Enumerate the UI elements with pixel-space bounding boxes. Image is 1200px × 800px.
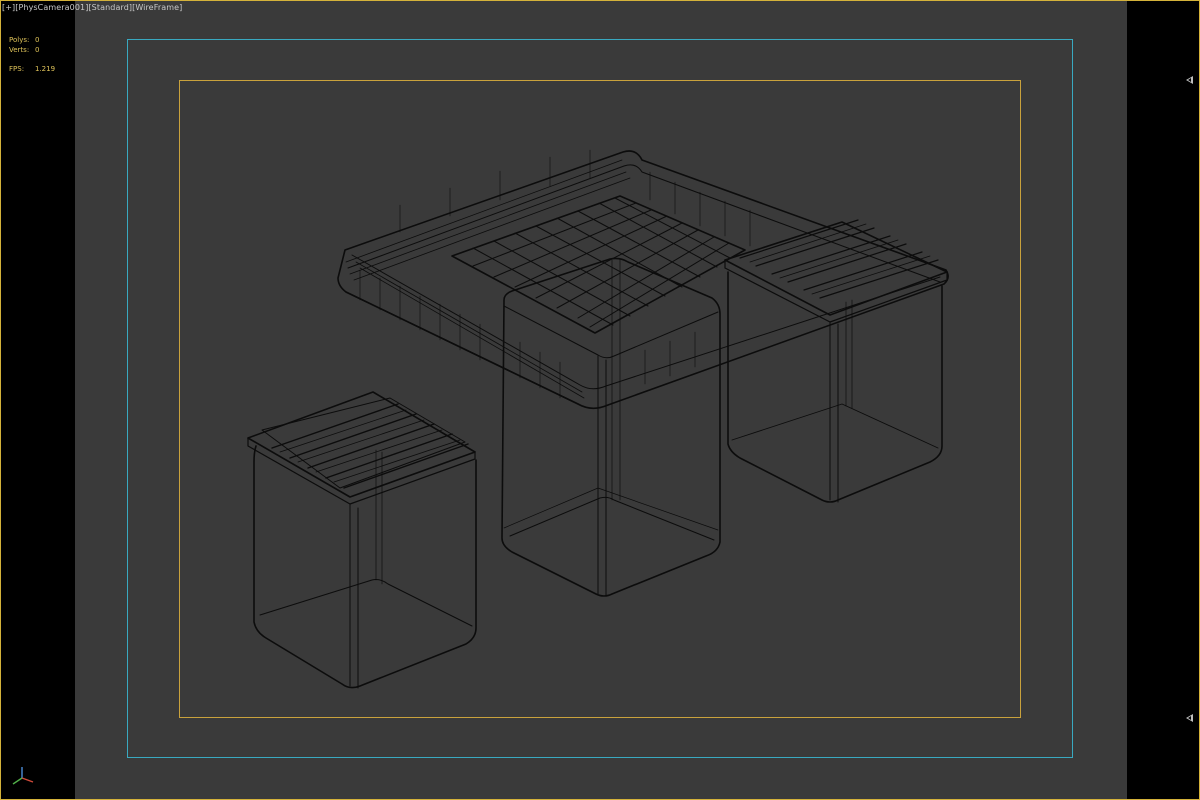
viewport-label: [+][PhysCamera001][Standard][WireFrame] [2, 3, 182, 13]
fps-value: 1.219 [35, 65, 56, 73]
expand-right-arrow-icon[interactable] [1186, 714, 1193, 722]
polys-label: Polys: [9, 36, 30, 44]
camera-menu-button[interactable]: [PhysCamera001] [15, 3, 88, 12]
pedestal [501, 257, 721, 597]
chessboard [451, 195, 746, 334]
polys-stat: Polys: 0 [9, 36, 69, 45]
verts-label: Verts: [9, 46, 30, 54]
fps-stat: FPS: 1.219 [9, 65, 69, 74]
expand-right-arrow-icon[interactable] [1186, 76, 1193, 84]
verts-stat: Verts: 0 [9, 46, 69, 55]
wireframe-scene [247, 149, 949, 689]
viewport-statistics: Polys: 0 Verts: 0 FPS: 1.219 [9, 36, 69, 75]
axis-tripod-icon [12, 767, 34, 785]
polys-value: 0 [35, 36, 40, 44]
display-mode-menu-button[interactable]: [WireFrame] [132, 3, 182, 12]
stool-back [724, 219, 948, 503]
verts-value: 0 [35, 46, 40, 54]
viewport-menu-button[interactable]: [+] [2, 3, 15, 12]
right-panel-strip [1127, 0, 1200, 800]
fps-label: FPS: [9, 65, 25, 73]
shading-menu-button[interactable]: [Standard] [88, 3, 132, 12]
stool-front [247, 391, 477, 689]
